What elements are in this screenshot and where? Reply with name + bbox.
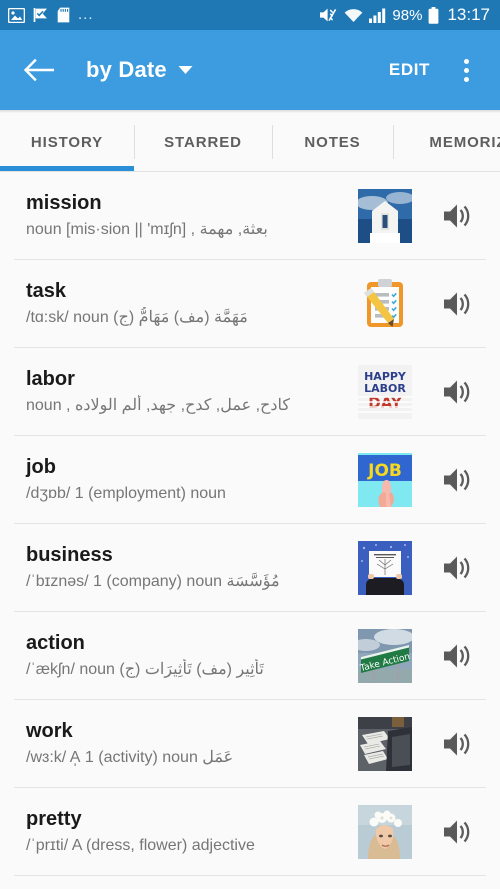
sd-card-icon xyxy=(57,7,70,23)
speaker-icon xyxy=(444,292,470,316)
business-chart-photo xyxy=(358,541,412,595)
word-definition: noun [mis·sion || 'mɪʃn] , بعثة, مهمة xyxy=(26,221,268,238)
white-chapel-photo xyxy=(358,189,412,243)
status-clock: 13:17 xyxy=(447,5,490,24)
play-audio-button[interactable] xyxy=(438,460,478,500)
list-item[interactable]: job /dʒɒb/ 1 (employment) noun JOB xyxy=(0,436,500,524)
job-sign-hand-graphic: JOB xyxy=(358,453,412,507)
play-audio-button[interactable] xyxy=(438,724,478,764)
word-title: action xyxy=(26,632,85,654)
word-thumbnail[interactable] xyxy=(358,717,412,771)
list-item[interactable]: labor noun , كادح, عمل, كدح, جهد, ألم ال… xyxy=(0,348,500,436)
word-list[interactable]: mission noun [mis·sion || 'mɪʃn] , بعثة,… xyxy=(0,172,500,877)
tab-history[interactable]: HISTORY xyxy=(0,113,134,171)
word-thumbnail[interactable]: JOB xyxy=(358,453,412,507)
signal-bars-icon xyxy=(369,8,386,23)
list-item-text: action /ˈækʃn/ noun تَأثِير (مف) تَأثِير… xyxy=(26,632,350,680)
word-thumbnail[interactable]: HAPPY LABOR DAY xyxy=(358,365,412,419)
back-arrow-icon xyxy=(24,58,54,82)
word-title: business xyxy=(26,544,113,566)
list-item-text: pretty /ˈprɪti/ A (dress, flower) adject… xyxy=(26,808,350,856)
play-audio-button[interactable] xyxy=(438,372,478,412)
edit-button[interactable]: EDIT xyxy=(385,52,434,88)
play-audio-button[interactable] xyxy=(438,548,478,588)
word-definition: /dʒɒb/ 1 (employment) noun xyxy=(26,485,226,502)
list-item[interactable]: mission noun [mis·sion || 'mɪʃn] , بعثة,… xyxy=(0,172,500,260)
speaker-icon xyxy=(444,380,470,404)
active-tab-indicator xyxy=(0,166,134,171)
list-item[interactable]: action /ˈækʃn/ noun تَأثِير (مف) تَأثِير… xyxy=(0,612,500,700)
list-item-text: labor noun , كادح, عمل, كدح, جهد, ألم ال… xyxy=(26,368,350,416)
list-item-text: business /ˈbɪznəs/ 1 (company) noun مُؤَ… xyxy=(26,544,350,592)
tab-starred[interactable]: STARRED xyxy=(134,113,272,171)
word-thumbnail[interactable] xyxy=(358,189,412,243)
word-title: mission xyxy=(26,192,102,214)
status-bar: ... 98% 13:17 xyxy=(0,0,500,30)
speaker-icon xyxy=(444,732,470,756)
app-bar: by Date EDIT xyxy=(0,30,500,110)
speaker-icon xyxy=(444,820,470,844)
tab-memorize[interactable]: MEMORIZ xyxy=(393,113,500,171)
wifi-icon xyxy=(345,8,363,22)
take-action-road-sign-photo: Take Action xyxy=(358,629,412,683)
word-title: pretty xyxy=(26,808,82,830)
page-title: by Date xyxy=(86,57,167,82)
list-item[interactable]: business /ˈbɪznəs/ 1 (company) noun مُؤَ… xyxy=(0,524,500,612)
word-definition: noun , كادح, عمل, كدح, جهد, ألم الولاده xyxy=(26,397,290,414)
word-definition: /ˈækʃn/ noun تَأثِير (مف) تَأثِيرَات (ج) xyxy=(26,661,264,678)
mute-icon xyxy=(320,8,337,22)
play-audio-button[interactable] xyxy=(438,636,478,676)
overflow-dot xyxy=(463,58,469,64)
list-item-text: task /tɑ:sk/ noun مَهَمَّة (مف) مَهَامُّ… xyxy=(26,280,350,328)
list-item-text: job /dʒɒb/ 1 (employment) noun xyxy=(26,456,350,504)
list-item-text: mission noun [mis·sion || 'mɪʃn] , بعثة,… xyxy=(26,192,350,240)
speaker-icon xyxy=(444,468,470,492)
image-icon xyxy=(8,7,25,23)
list-item[interactable]: task /tɑ:sk/ noun مَهَمَّة (مف) مَهَامُّ… xyxy=(0,260,500,348)
overflow-dot xyxy=(463,67,469,73)
word-title: labor xyxy=(26,368,75,390)
word-definition: /tɑ:sk/ noun مَهَمَّة (مف) مَهَامُّ (ج) xyxy=(26,309,248,326)
status-bar-left: ... xyxy=(8,7,94,23)
sort-mode-selector[interactable]: by Date xyxy=(86,57,193,83)
word-definition: /ˈprɪti/ A (dress, flower) adjective xyxy=(26,837,255,854)
battery-percent: 98% xyxy=(392,6,423,24)
tab-notes[interactable]: NOTES xyxy=(272,113,393,171)
desk-papers-photo xyxy=(358,717,412,771)
play-audio-button[interactable] xyxy=(438,196,478,236)
word-title: job xyxy=(26,456,56,478)
chevron-down-icon xyxy=(178,66,193,74)
flag-check-icon xyxy=(33,8,47,22)
tab-bar: HISTORY STARRED NOTES MEMORIZ xyxy=(0,113,500,171)
status-more-dots: ... xyxy=(78,6,94,23)
play-audio-button[interactable] xyxy=(438,284,478,324)
overflow-dot xyxy=(463,76,469,82)
overflow-menu-button[interactable] xyxy=(448,50,484,90)
word-thumbnail[interactable] xyxy=(358,277,412,331)
word-thumbnail[interactable] xyxy=(358,541,412,595)
speaker-icon xyxy=(444,556,470,580)
speaker-icon xyxy=(444,204,470,228)
back-button[interactable] xyxy=(16,47,62,93)
battery-icon xyxy=(429,6,439,24)
word-title: work xyxy=(26,720,73,742)
word-thumbnail[interactable]: Take Action xyxy=(358,629,412,683)
status-bar-right: 98% 13:17 xyxy=(319,5,490,25)
word-definition: /ˈbɪznəs/ 1 (company) noun مُؤَسَّسَة xyxy=(26,573,280,590)
speaker-icon xyxy=(444,644,470,668)
word-thumbnail[interactable] xyxy=(358,805,412,859)
svg-text:JOB: JOB xyxy=(367,461,402,481)
word-title: task xyxy=(26,280,67,302)
list-item[interactable]: pretty /ˈprɪti/ A (dress, flower) adject… xyxy=(0,788,500,876)
woman-flower-crown-photo xyxy=(358,805,412,859)
clipboard-checklist-icon xyxy=(358,277,412,331)
word-definition: /wɜ:k/ A̩ 1 (activity) noun عَمَل xyxy=(26,749,234,766)
list-item[interactable]: work /wɜ:k/ A̩ 1 (activity) noun عَمَل xyxy=(0,700,500,788)
play-audio-button[interactable] xyxy=(438,812,478,852)
happy-labor-day-graphic: HAPPY LABOR DAY xyxy=(358,365,412,419)
list-item-text: work /wɜ:k/ A̩ 1 (activity) noun عَمَل xyxy=(26,720,350,768)
